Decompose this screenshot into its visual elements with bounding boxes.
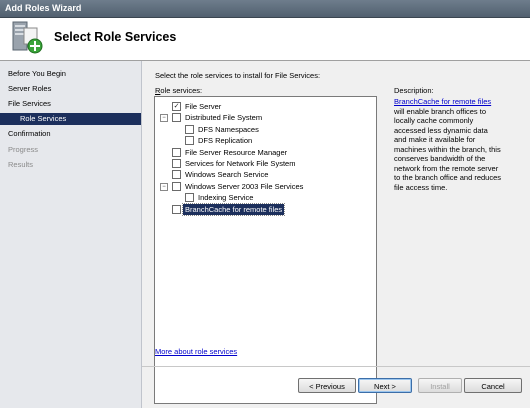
server-roles-icon — [12, 21, 43, 54]
description-heading: Description: — [394, 86, 434, 95]
next-button[interactable]: Next > — [358, 378, 412, 393]
wizard-nav: Before You Begin Server Roles File Servi… — [0, 61, 142, 408]
nav-item-file-services[interactable]: File Services — [8, 99, 51, 108]
title-bar: Add Roles Wizard — [0, 0, 530, 18]
service-label: File Server Resource Manager — [185, 148, 288, 157]
nav-item-progress: Progress — [8, 145, 39, 154]
install-button: Install — [418, 378, 462, 393]
nav-item-results: Results — [8, 160, 34, 169]
instruction-text: Select the role services to install for … — [155, 71, 321, 80]
nav-item-role-services[interactable]: Role Services — [0, 113, 141, 125]
nav-item-confirmation[interactable]: Confirmation — [8, 129, 51, 138]
page-title: Select Role Services — [54, 30, 177, 44]
service-label: DFS Namespaces — [198, 125, 259, 134]
service-label: Services for Network File System — [185, 159, 296, 168]
checkbox-file-server[interactable]: ✓ — [172, 102, 181, 111]
window-title: Add Roles Wizard — [5, 3, 82, 13]
service-label: File Server — [185, 102, 222, 111]
more-about-role-services-link[interactable]: More about role services — [155, 347, 237, 356]
service-label: DFS Replication — [198, 136, 253, 145]
collapse-icon[interactable]: − — [160, 114, 168, 122]
checkbox-windows-search[interactable] — [172, 170, 181, 179]
service-label: Windows Server 2003 File Services — [185, 182, 304, 191]
service-label: Distributed File System — [185, 113, 263, 122]
description-link[interactable]: BranchCache for remote files — [394, 97, 491, 106]
nav-item-server-roles[interactable]: Server Roles — [8, 84, 51, 93]
nav-item-before-you-begin[interactable]: Before You Begin — [8, 69, 66, 78]
description-body: will enable branch offices to locally ca… — [394, 106, 502, 192]
role-services-label: Role services: — [155, 86, 202, 95]
description-text: BranchCache for remote files will enable… — [394, 97, 502, 192]
checkbox-distributed-file-system[interactable] — [172, 113, 181, 122]
checkbox-dfs-namespaces[interactable] — [185, 125, 194, 134]
service-label: Windows Search Service — [185, 170, 269, 179]
cancel-button[interactable]: Cancel — [464, 378, 522, 393]
checkbox-nfs[interactable] — [172, 159, 181, 168]
main-panel: Select the role services to install for … — [142, 61, 530, 408]
checkbox-fsrm[interactable] — [172, 148, 181, 157]
checkbox-dfs-replication[interactable] — [185, 136, 194, 145]
button-separator — [142, 366, 530, 367]
collapse-icon[interactable]: − — [160, 183, 168, 191]
service-label: Indexing Service — [198, 193, 254, 202]
previous-button[interactable]: < Previous — [298, 378, 356, 393]
nav-item-label: Role Services — [20, 114, 67, 123]
checkbox-branchcache[interactable] — [172, 205, 181, 214]
role-services-label-rest: ole services: — [160, 86, 203, 95]
checkbox-ws2003-file-services[interactable] — [172, 182, 181, 191]
checkbox-indexing-service[interactable] — [185, 193, 194, 202]
role-services-tree[interactable]: ✓ File Server − Distributed File System … — [154, 96, 377, 404]
service-label-selected: BranchCache for remote files — [181, 203, 286, 216]
wizard-header: Select Role Services — [0, 18, 530, 61]
